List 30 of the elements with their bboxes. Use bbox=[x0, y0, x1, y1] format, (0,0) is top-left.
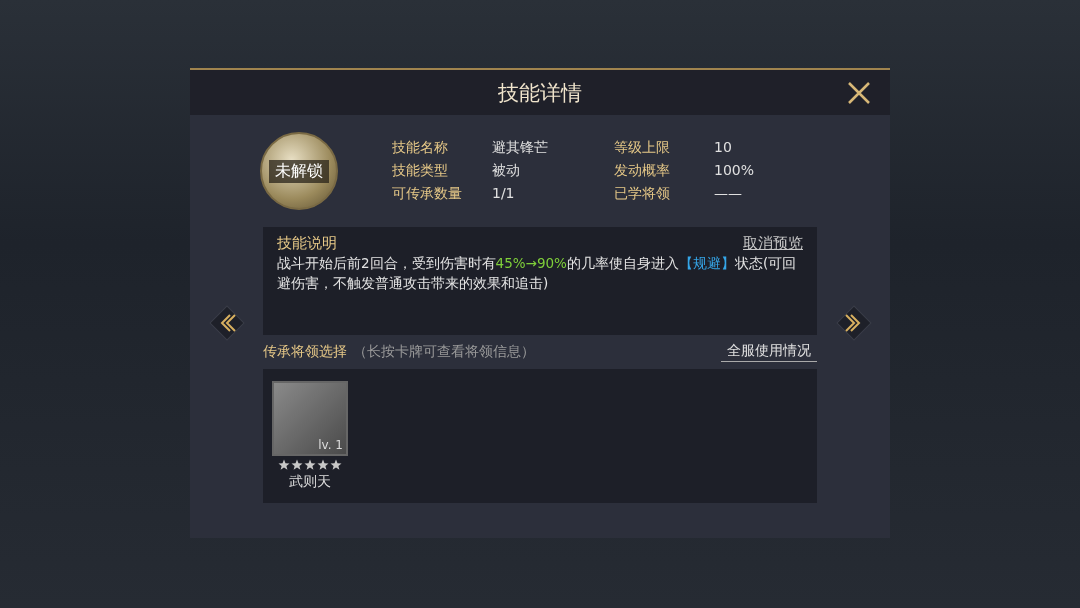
star-icon bbox=[304, 459, 316, 471]
description-text: 战斗开始后前2回合，受到伤害时有45%→90%的几率使自身进入【规避】状态(可回避伤害，不触发普通攻击带来的效果和追击) bbox=[277, 254, 798, 293]
selection-hint: （长按卡牌可查看将领信息） bbox=[353, 343, 535, 361]
close-icon bbox=[846, 80, 872, 106]
star-icon bbox=[278, 459, 290, 471]
info-label: 可传承数量 bbox=[392, 185, 463, 203]
cancel-preview-link[interactable]: 取消预览 bbox=[743, 234, 803, 253]
info-value: 100% bbox=[714, 162, 756, 180]
info-value: 被动 bbox=[492, 162, 521, 180]
star-icon bbox=[330, 459, 342, 471]
dialog-title: 技能详情 bbox=[498, 79, 582, 107]
portrait-placeholder[interactable]: lv. 1 bbox=[272, 381, 348, 456]
star-icon bbox=[291, 459, 303, 471]
info-value: 1/1 bbox=[492, 185, 516, 203]
info-value: —— bbox=[714, 185, 743, 203]
info-value: 避其锋芒 bbox=[492, 139, 549, 157]
close-button[interactable] bbox=[846, 80, 872, 106]
description-heading: 技能说明 bbox=[277, 234, 337, 253]
selection-heading: 传承将领选择 bbox=[263, 343, 347, 361]
info-label: 技能类型 bbox=[392, 162, 449, 180]
general-name: 武则天 bbox=[289, 473, 331, 491]
level-label: lv. 1 bbox=[318, 438, 343, 452]
info-label: 技能名称 bbox=[392, 139, 449, 157]
server-usage-link[interactable]: 全服使用情况 bbox=[721, 342, 817, 362]
info-label: 已学将领 bbox=[614, 185, 671, 203]
star-icon bbox=[317, 459, 329, 471]
info-value: 10 bbox=[714, 139, 733, 157]
badge-label: 未解锁 bbox=[269, 159, 329, 183]
info-label: 发动概率 bbox=[614, 162, 671, 180]
info-label: 等级上限 bbox=[614, 139, 671, 157]
